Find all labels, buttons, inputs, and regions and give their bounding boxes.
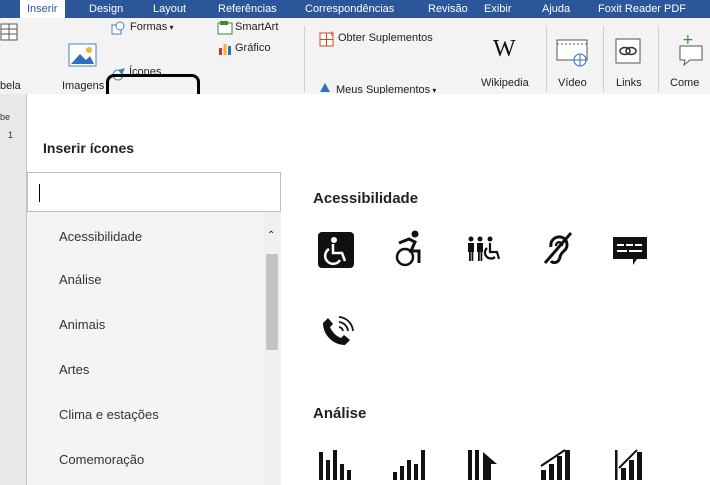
closed-caption-icon[interactable] bbox=[611, 231, 649, 269]
tab-inserir[interactable]: Inserir bbox=[20, 0, 65, 18]
document-margin: be 1 bbox=[0, 94, 26, 485]
category-scrollbar[interactable]: ⌃ bbox=[263, 212, 281, 485]
category-analise[interactable]: Análise bbox=[59, 272, 102, 287]
video-button-label[interactable]: Vídeo bbox=[558, 77, 587, 89]
online-video-icon[interactable] bbox=[556, 38, 590, 68]
meus-suplementos-button[interactable]: Meus Suplementos ▾ bbox=[336, 84, 436, 94]
bar-chart-icon[interactable] bbox=[317, 446, 355, 484]
category-artes[interactable]: Artes bbox=[59, 362, 89, 377]
smartart-icon bbox=[217, 21, 233, 35]
ribbon-separator bbox=[546, 26, 547, 92]
bar-chart-arrow-icon[interactable] bbox=[465, 446, 503, 484]
chart-icon bbox=[219, 44, 231, 55]
shapes-icon bbox=[111, 21, 125, 35]
scroll-up-icon[interactable]: ⌃ bbox=[267, 230, 275, 241]
category-clima-e-estacoes[interactable]: Clima e estações bbox=[59, 407, 159, 422]
tab-foxit-reader-pdf[interactable]: Foxit Reader PDF bbox=[598, 0, 686, 18]
wikipedia-icon[interactable]: W bbox=[493, 36, 516, 63]
phone-volume-icon[interactable] bbox=[317, 313, 355, 351]
tabela-button-label[interactable]: bela bbox=[0, 80, 21, 92]
chevron-down-icon: ▾ bbox=[430, 86, 437, 94]
tab-correspondencias[interactable]: Correspondências bbox=[305, 0, 394, 18]
smartart-button[interactable]: SmartArt bbox=[235, 21, 278, 33]
new-comment-icon[interactable]: + bbox=[676, 32, 706, 66]
ribbon-separator bbox=[603, 26, 604, 92]
search-input[interactable] bbox=[27, 172, 281, 212]
comentario-button-label[interactable]: Come bbox=[670, 77, 699, 89]
add-in-store-icon: + bbox=[319, 30, 335, 47]
meus-suplementos-label: Meus Suplementos bbox=[336, 84, 431, 94]
chevron-down-icon: ▾ bbox=[167, 23, 174, 32]
scrollbar-thumb[interactable] bbox=[266, 254, 278, 350]
link-icon[interactable] bbox=[615, 38, 641, 64]
section-title-acessibilidade: Acessibilidade bbox=[313, 190, 419, 207]
bar-chart-rising-icon[interactable] bbox=[391, 446, 429, 484]
imagens-button-label[interactable]: Imagens bbox=[62, 80, 104, 92]
my-add-ins-icon bbox=[320, 83, 330, 92]
links-button-label[interactable]: Links bbox=[616, 77, 642, 89]
ribbon-separator bbox=[304, 26, 305, 92]
tab-exibir[interactable]: Exibir bbox=[484, 0, 512, 18]
svg-text:+: + bbox=[328, 30, 335, 38]
text-caret bbox=[39, 184, 40, 202]
picture-icon[interactable] bbox=[68, 42, 98, 68]
table-icon[interactable] bbox=[0, 22, 20, 44]
tab-ajuda[interactable]: Ajuda bbox=[542, 0, 570, 18]
icon-gallery: Acessibilidade Análise bbox=[281, 172, 710, 485]
bar-chart-growth-icon[interactable] bbox=[613, 446, 651, 484]
dialog-title: Inserir ícones bbox=[43, 140, 135, 156]
category-comemoracao[interactable]: Comemoração bbox=[59, 452, 144, 467]
formas-button-label: Formas bbox=[130, 21, 168, 33]
ribbon-tab-bar: Inserir Design Layout Referências Corres… bbox=[0, 0, 710, 18]
tab-layout[interactable]: Layout bbox=[153, 0, 186, 18]
ruler-label: be bbox=[0, 112, 11, 122]
ribbon: bela Imagens Formas ▾ Ícones SmartArt Gr… bbox=[0, 18, 710, 116]
hearing-impaired-icon[interactable] bbox=[539, 229, 577, 267]
section-title-analise: Análise bbox=[313, 405, 367, 422]
running-wheelchair-icon[interactable] bbox=[391, 229, 429, 267]
formas-button[interactable]: Formas ▾ bbox=[130, 21, 174, 33]
family-wheelchair-icon[interactable] bbox=[465, 231, 503, 269]
category-acessibilidade[interactable]: Acessibilidade bbox=[59, 229, 142, 244]
grafico-button[interactable]: Gráfico bbox=[235, 42, 270, 54]
category-list: Acessibilidade Análise Animais Artes Cli… bbox=[27, 212, 281, 485]
tab-revisao[interactable]: Revisão bbox=[428, 0, 468, 18]
tab-referencias[interactable]: Referências bbox=[218, 0, 277, 18]
obter-suplementos-button[interactable]: Obter Suplementos bbox=[338, 32, 433, 44]
wikipedia-button-label[interactable]: Wikipedia bbox=[481, 77, 529, 89]
bar-chart-trend-up-icon[interactable] bbox=[539, 446, 577, 484]
wheelchair-square-icon[interactable] bbox=[317, 231, 355, 269]
inserir-icones-dialog: Inserir ícones Acessibilidade Análise An… bbox=[26, 94, 710, 485]
ribbon-separator bbox=[658, 26, 659, 92]
ruler-label: 1 bbox=[8, 130, 14, 140]
tab-design[interactable]: Design bbox=[89, 0, 123, 18]
category-animais[interactable]: Animais bbox=[59, 317, 105, 332]
